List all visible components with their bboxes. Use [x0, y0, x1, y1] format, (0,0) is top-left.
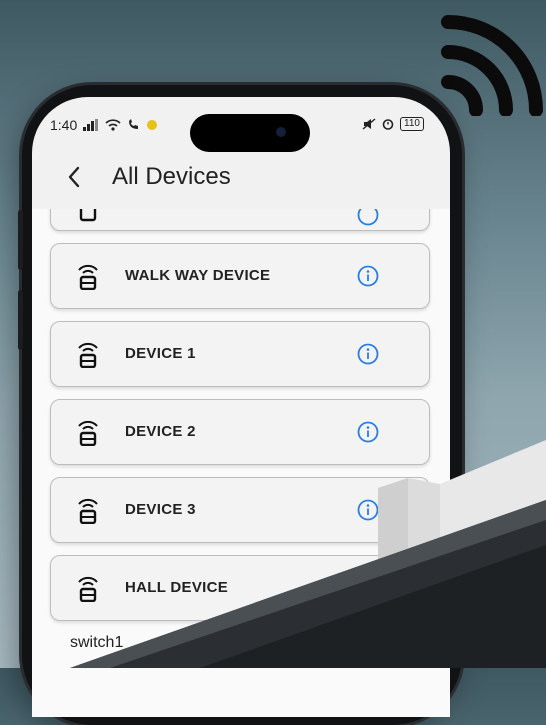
- status-time: 1:40: [50, 117, 78, 133]
- device-label: DEVICE 3: [125, 501, 196, 518]
- device-icon: [78, 264, 98, 290]
- back-button[interactable]: [62, 165, 86, 189]
- device-card[interactable]: [50, 209, 430, 231]
- phone-side-button: [18, 290, 23, 350]
- info-icon[interactable]: [357, 577, 379, 599]
- wifi-status-icon: [105, 119, 121, 131]
- camera-icon: [276, 127, 286, 137]
- app-bar: All Devices: [32, 149, 450, 205]
- device-card[interactable]: DEVICE 3: [50, 477, 430, 543]
- mute-icon: [362, 118, 376, 130]
- info-icon[interactable]: [357, 265, 379, 287]
- alarm-icon: [382, 119, 394, 130]
- status-bar: 1:40 110: [32, 97, 450, 152]
- device-icon: [78, 498, 98, 524]
- device-icon: [78, 342, 98, 368]
- device-label: WALK WAY DEVICE: [125, 267, 271, 284]
- page-title: All Devices: [112, 163, 231, 190]
- section-label: switch1: [70, 634, 124, 651]
- device-label: DEVICE 1: [125, 345, 196, 362]
- info-icon[interactable]: [357, 499, 379, 521]
- info-icon[interactable]: [357, 343, 379, 365]
- phone-screen: 1:40 110 All Devices WALK WAY DEVICE DEV…: [32, 97, 450, 717]
- call-icon: [129, 119, 139, 129]
- device-label: DEVICE 2: [125, 423, 196, 440]
- battery-indicator: 110: [400, 117, 424, 131]
- chevron-left-icon: [68, 166, 80, 188]
- device-icon: [78, 420, 98, 446]
- notification-dot-icon: [147, 120, 158, 130]
- device-list[interactable]: WALK WAY DEVICE DEVICE 1 DEVICE 2 DEVICE…: [32, 209, 450, 717]
- device-label: HALL DEVICE: [125, 579, 229, 596]
- phone-side-button: [18, 210, 23, 270]
- device-icon: [79, 209, 97, 222]
- device-icon: [78, 576, 98, 602]
- info-icon[interactable]: [357, 209, 379, 226]
- device-card[interactable]: DEVICE 1: [50, 321, 430, 387]
- status-left: 1:40: [50, 117, 158, 133]
- dynamic-island: [190, 114, 310, 152]
- info-icon[interactable]: [357, 421, 379, 443]
- device-card[interactable]: WALK WAY DEVICE: [50, 243, 430, 309]
- signal-icon: [83, 119, 99, 131]
- status-right: 110: [362, 117, 424, 131]
- device-card[interactable]: HALL DEVICE: [50, 555, 430, 621]
- device-card[interactable]: DEVICE 2: [50, 399, 430, 465]
